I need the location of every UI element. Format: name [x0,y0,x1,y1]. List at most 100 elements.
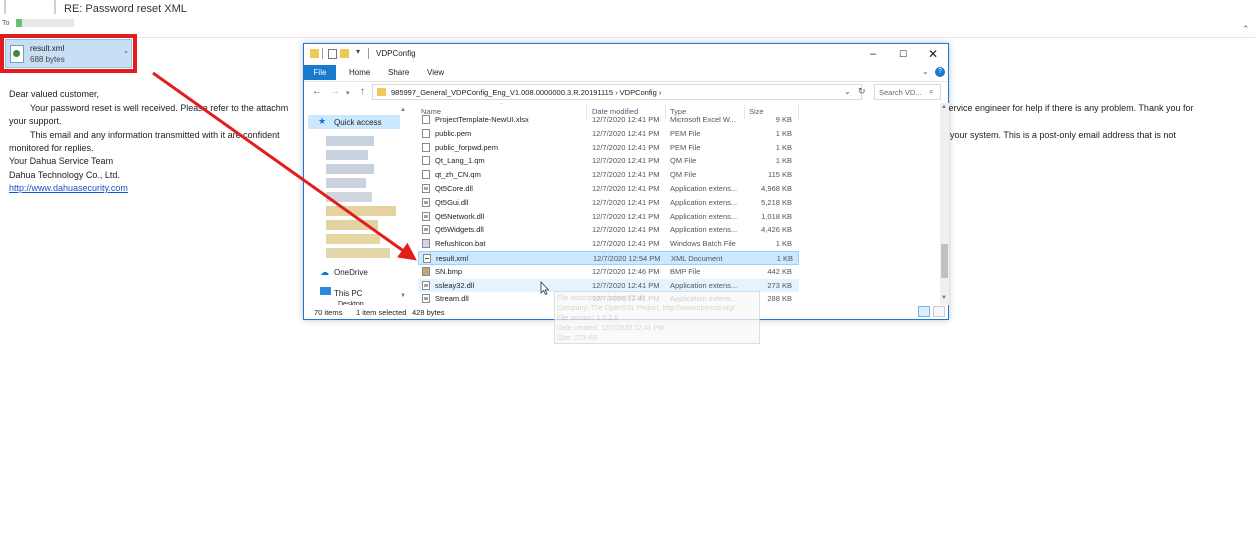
back-arrow-icon[interactable]: ← [312,86,322,97]
file-date-modified: 12/7/2020 12:41 PM [592,280,660,290]
file-row[interactable]: result.xml 12/7/2020 12:54 PM XML Document… [418,251,799,265]
file-row[interactable]: ProjectTemplate-NewUI.xlsx 12/7/2020 12:4… [418,113,799,127]
file-type-icon [422,225,430,235]
navigation-pane[interactable]: ▲ ★ Quick access ☁ OneDrive This PC Desk… [304,103,410,305]
file-type-icon [422,128,430,138]
scroll-up-icon[interactable]: ▲ [941,104,947,110]
title-bar[interactable]: ▾ VDPConfig – ☐ ✕ [304,44,948,64]
file-type: PEM File [670,142,701,152]
file-date-modified: 12/7/2020 12:41 PM [592,225,660,235]
up-arrow-icon[interactable]: ↑ [360,86,365,97]
file-row[interactable]: Qt5Gui.dll 12/7/2020 12:41 PM Application … [418,196,799,210]
maximize-button[interactable]: ☐ [888,46,918,62]
file-type-icon [422,184,430,193]
file-row[interactable]: public_forpwd.pem 12/7/2020 12:41 PM PEM F… [418,141,799,155]
file-name: Qt5Core.dll [435,184,473,193]
file-type: Application extens... [670,197,738,207]
file-row[interactable]: RefushIcon.bat 12/7/2020 12:41 PM Windows … [418,237,799,251]
customize-toolbar-chevron-icon[interactable]: ▾ [356,47,360,56]
file-type-icon [423,254,431,263]
nav-item-quick-access[interactable]: Quick access [334,118,382,127]
details-view-icon[interactable] [918,306,930,317]
blurred-nav-item[interactable] [326,164,374,174]
file-name: Qt5Network.dll [435,211,485,221]
help-icon[interactable]: ? [935,67,945,77]
blurred-nav-item[interactable] [326,234,380,244]
tab-share[interactable]: Share [388,68,409,77]
file-size: 1 KB [775,239,792,249]
signature-link[interactable]: http://www.dahuasecurity.com [9,183,128,193]
recent-locations-chevron-icon[interactable]: ▾ [346,89,350,97]
close-button[interactable]: ✕ [918,46,948,62]
expand-ribbon-chevron-icon[interactable]: ⌄ [922,67,929,76]
file-name: Qt5Widgets.dll [435,225,484,235]
tab-home[interactable]: Home [349,68,370,77]
recipient-chip[interactable] [16,19,74,27]
file-size: 1 KB [775,156,792,166]
blurred-nav-item[interactable] [326,248,390,258]
address-history-chevron-icon[interactable]: ⌄ [844,87,851,96]
address-path[interactable]: 985997_General_VDPConfig_Eng_V1.008.0000… [391,88,661,97]
properties-icon[interactable] [328,49,337,59]
blurred-nav-item[interactable] [326,206,396,216]
file-row[interactable]: Qt5Network.dll 12/7/2020 12:41 PM Applicat… [418,210,799,224]
file-name: public_forpwd.pem [435,142,498,152]
file-type: QM File [670,156,697,166]
email-line1-left: Your password reset is well received. Pl… [30,103,289,113]
file-name: Stream.dll [435,294,469,304]
scrollbar-thumb[interactable] [941,244,948,278]
file-type-icon [422,115,430,124]
new-folder-icon[interactable] [340,49,349,58]
tooltip-line: File description: ssleay32.dll [557,295,645,302]
nav-item-onedrive[interactable]: OneDrive [334,268,368,277]
minimize-button[interactable]: – [858,46,888,62]
file-row[interactable]: Qt5Core.dll 12/7/2020 12:41 PM Application… [418,182,799,196]
nav-item-this-pc[interactable]: This PC [334,289,362,298]
tooltip-line: File version: 1.0.2.8 [557,315,619,322]
file-date-modified: 12/7/2020 12:41 PM [592,184,660,193]
file-date-modified: 12/7/2020 12:41 PM [592,156,660,166]
address-bar[interactable]: 985997_General_VDPConfig_Eng_V1.008.0000… [372,84,862,100]
large-icons-view-icon[interactable] [933,306,945,317]
file-list[interactable]: ^ Name Date modified Type Size ProjectTe… [414,103,940,305]
scroll-up-icon[interactable]: ▲ [400,107,406,113]
file-row[interactable]: Qt5Widgets.dll 12/7/2020 12:41 PM Applicat… [418,223,799,237]
tab-file[interactable]: File [304,65,336,80]
file-type-icon [422,266,430,276]
file-row[interactable]: SN.bmp 12/7/2020 12:46 PM BMP File 442 KB [418,265,799,279]
blurred-nav-item[interactable] [326,150,368,160]
file-explorer-window[interactable]: ▾ VDPConfig – ☐ ✕ File Home Share View ⌄… [303,43,949,320]
search-input[interactable]: Search VD... ⌕ [874,84,941,100]
file-type: BMP File [670,266,701,276]
tab-view[interactable]: View [427,68,444,77]
scroll-down-icon[interactable]: ▼ [941,295,947,301]
header-collapse-chevron-icon[interactable]: ⌃ [1242,24,1250,35]
file-name: Qt5Gui.dll [435,197,469,207]
file-date-modified: 12/7/2020 12:54 PM [593,254,661,263]
file-type: Application extens... [670,211,738,221]
vertical-scrollbar[interactable]: ▲ ▼ [940,103,949,305]
file-name: ProjectTemplate-NewUI.xlsx [435,115,529,124]
forward-arrow-icon[interactable]: → [330,86,340,97]
file-type-icon [422,156,430,166]
file-type-icon [422,197,430,207]
blurred-nav-item[interactable] [326,136,374,146]
tooltip-line: Date created: 12/7/2020 12:41 PM [557,325,665,332]
file-row[interactable]: Qt_Lang_1.qm 12/7/2020 12:41 PM QM File 1 K… [418,154,799,168]
file-type-icon [422,142,430,152]
blurred-nav-item[interactable] [326,192,372,202]
blurred-nav-item[interactable] [326,220,378,230]
search-icon: ⌕ [929,87,934,96]
sort-caret-icon: ^ [500,103,503,108]
search-placeholder: Search VD... [879,88,922,97]
file-row[interactable]: qt_zh_CN.qm 12/7/2020 12:41 PM QM File 115 … [418,168,799,182]
email-greeting: Dear valued customer, [9,89,100,99]
blurred-nav-item[interactable] [326,178,366,188]
selection-size: 428 bytes [412,308,445,317]
email-line3-right: your system. This is a post-only email a… [950,130,1176,140]
file-row[interactable]: public.pem 12/7/2020 12:41 PM PEM File 1 KB [418,127,799,141]
scroll-down-icon[interactable]: ▼ [400,293,406,299]
file-date-modified: 12/7/2020 12:41 PM [592,142,660,152]
window-title: VDPConfig [376,49,416,58]
refresh-icon[interactable]: ↻ [858,86,866,97]
